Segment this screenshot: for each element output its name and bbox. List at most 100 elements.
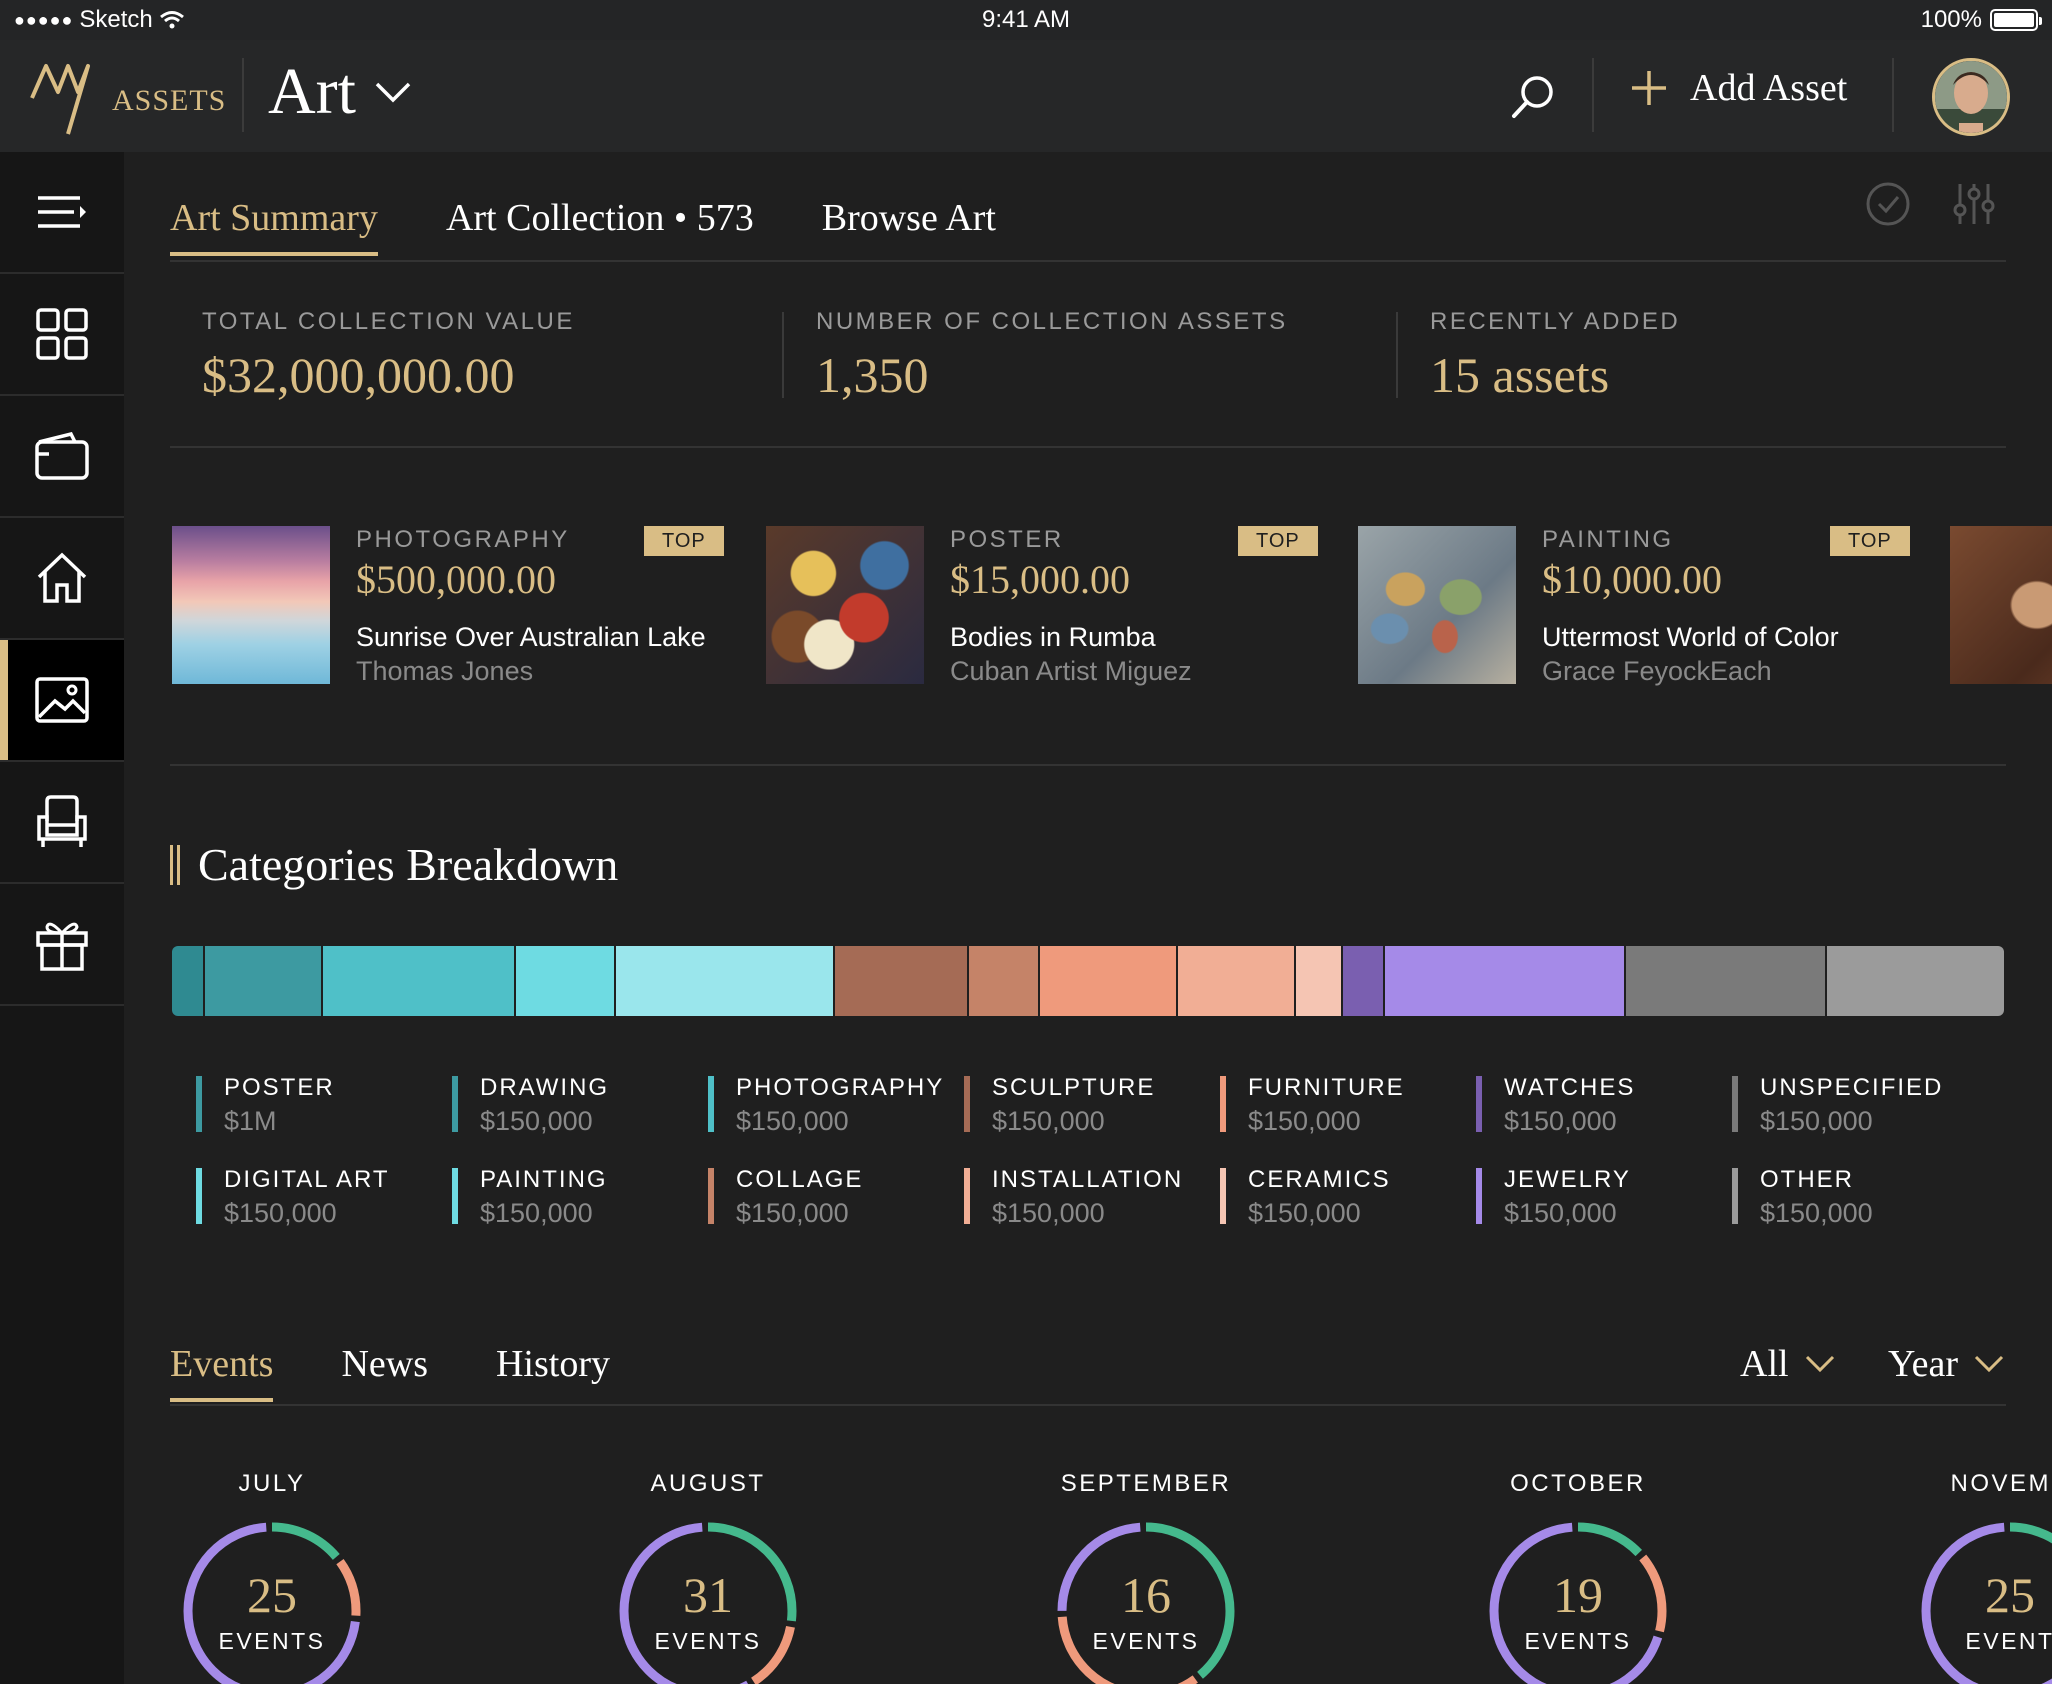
legend-item[interactable]: UNSPECIFIED $150,000 xyxy=(1732,1074,1988,1136)
sidebar-item-wallet[interactable] xyxy=(0,396,124,518)
legend-value: $150,000 xyxy=(1760,1106,1873,1136)
legend-category: WATCHES xyxy=(1504,1074,1636,1101)
month-label: AUGUST xyxy=(650,1470,766,1497)
card-category: PHOTOGRAPHY xyxy=(356,526,570,553)
app-logo[interactable]: ASSETS xyxy=(28,52,238,136)
card-price: $10,000.00 xyxy=(1542,557,1722,602)
tab-history[interactable]: History xyxy=(496,1342,610,1402)
period-filter-dropdown[interactable]: Year xyxy=(1888,1342,2004,1386)
month-events-donut[interactable]: 19 EVENTS xyxy=(1483,1516,1673,1684)
legend-item[interactable]: POSTER $1M xyxy=(196,1074,452,1136)
section-title: Art xyxy=(268,55,356,128)
legend-swatch xyxy=(964,1168,970,1224)
chevron-down-icon xyxy=(1974,1355,2004,1373)
legend-item[interactable]: DRAWING $150,000 xyxy=(452,1074,708,1136)
sidebar-item-menu[interactable] xyxy=(0,152,124,274)
legend-item[interactable]: OTHER $150,000 xyxy=(1732,1166,1988,1228)
legend-item[interactable]: FURNITURE $150,000 xyxy=(1220,1074,1476,1136)
status-bar: ●●●●● Sketch 9:41 AM 100% xyxy=(0,0,2052,40)
header-divider xyxy=(242,58,244,132)
tab-art-collection[interactable]: Art Collection • 573 xyxy=(446,196,754,256)
search-icon[interactable] xyxy=(1508,72,1558,122)
legend-item[interactable]: COLLAGE $150,000 xyxy=(708,1166,964,1228)
legend-item[interactable]: PHOTOGRAPHY $150,000 xyxy=(708,1074,964,1136)
stat-divider xyxy=(1396,312,1398,398)
battery-icon xyxy=(1990,9,2042,31)
legend-category: JEWELRY xyxy=(1504,1166,1631,1193)
event-count: 19 xyxy=(1553,1567,1603,1623)
month-events-donut[interactable]: 25 EVENTS xyxy=(177,1516,367,1684)
month-events-donut[interactable]: 25 EVENT xyxy=(1915,1516,2052,1684)
month-events-donut[interactable]: 16 EVENTS xyxy=(1051,1516,1241,1684)
month-label: SEPTEMBER xyxy=(1060,1470,1232,1497)
sidebar-item-gifts[interactable] xyxy=(0,884,124,1006)
legend-item[interactable]: JEWELRY $150,000 xyxy=(1476,1166,1732,1228)
tab-browse-art[interactable]: Browse Art xyxy=(822,196,996,256)
breakdown-heading: Categories Breakdown xyxy=(170,838,618,891)
legend-item[interactable]: WATCHES $150,000 xyxy=(1476,1074,1732,1136)
legend-item[interactable]: CERAMICS $150,000 xyxy=(1220,1166,1476,1228)
legend-swatch xyxy=(1220,1076,1226,1132)
event-count: 16 xyxy=(1121,1567,1171,1623)
sidebar-item-real-estate[interactable] xyxy=(0,518,124,640)
top-badge: TOP xyxy=(1830,526,1910,556)
legend-item[interactable]: SCULPTURE $150,000 xyxy=(964,1074,1220,1136)
chevron-down-icon xyxy=(375,82,411,103)
sidebar-item-furniture[interactable] xyxy=(0,762,124,884)
featured-card[interactable]: PHOTOGRAPHY TOP $500,000.00 Sunrise Over… xyxy=(172,526,724,686)
bar-segment xyxy=(1295,946,1343,1016)
legend-value: $150,000 xyxy=(992,1198,1105,1228)
armchair-icon xyxy=(37,795,87,847)
add-asset-button[interactable]: Add Asset xyxy=(1630,66,1847,110)
event-unit: EVENTS xyxy=(218,1628,326,1654)
card-price: $15,000.00 xyxy=(950,557,1130,602)
card-artist: Thomas Jones xyxy=(356,656,534,686)
featured-card[interactable]: PAINTING TOP $10,000.00 Uttermost World … xyxy=(1358,526,1910,686)
card-artist: Grace FeyockEach xyxy=(1542,656,1772,686)
legend-swatch xyxy=(1476,1168,1482,1224)
summary-tabs: Art Summary Art Collection • 573 Browse … xyxy=(170,196,996,256)
avatar-icon xyxy=(1935,61,2007,133)
month-events-donut[interactable]: 31 EVENTS xyxy=(613,1516,803,1684)
legend-item[interactable]: PAINTING $150,000 xyxy=(452,1166,708,1228)
sliders-icon[interactable] xyxy=(1950,180,1998,228)
tab-events[interactable]: Events xyxy=(170,1342,274,1402)
sidebar-item-dashboard[interactable] xyxy=(0,274,124,396)
logo-text: ASSETS xyxy=(112,84,227,117)
tab-art-summary[interactable]: Art Summary xyxy=(170,196,378,256)
legend-value: $150,000 xyxy=(1248,1106,1361,1136)
legend-category: POSTER xyxy=(224,1074,335,1101)
featured-card-peek[interactable] xyxy=(1950,526,2052,686)
legend-category: UNSPECIFIED xyxy=(1760,1074,1944,1101)
stat-label: RECENTLY ADDED xyxy=(1430,308,1681,335)
app-header: ASSETS Art Add Asset xyxy=(0,40,2052,152)
featured-card[interactable]: POSTER TOP $15,000.00 Bodies in Rumba Cu… xyxy=(766,526,1318,686)
heading-accent xyxy=(170,844,180,885)
check-circle-icon[interactable] xyxy=(1864,180,1912,228)
legend-swatch xyxy=(1476,1076,1482,1132)
battery-percent: 100% xyxy=(1920,6,1982,33)
legend-item[interactable]: INSTALLATION $150,000 xyxy=(964,1166,1220,1228)
sidebar-item-art[interactable] xyxy=(0,640,124,762)
legend-category: PAINTING xyxy=(480,1166,608,1193)
tabs-divider xyxy=(170,260,2006,262)
stat-value: 1,350 xyxy=(816,347,929,403)
bar-segment xyxy=(172,946,205,1016)
card-category: POSTER xyxy=(950,526,1064,553)
bar-segment xyxy=(835,946,970,1016)
bar-segment xyxy=(969,946,1041,1016)
bar-segment xyxy=(1342,946,1385,1016)
bar-segment xyxy=(616,946,836,1016)
tab-news[interactable]: News xyxy=(341,1342,428,1402)
legend-swatch xyxy=(964,1076,970,1132)
wallet-icon xyxy=(35,432,89,480)
grid-icon xyxy=(36,308,88,360)
legend-category: DIGITAL ART xyxy=(224,1166,390,1193)
legend-swatch xyxy=(196,1168,202,1224)
event-count: 25 xyxy=(1985,1567,2035,1623)
user-avatar[interactable] xyxy=(1932,58,2010,136)
section-selector[interactable]: Art xyxy=(268,54,412,130)
legend-item[interactable]: DIGITAL ART $150,000 xyxy=(196,1166,452,1228)
card-price: $500,000.00 xyxy=(356,557,556,602)
type-filter-dropdown[interactable]: All xyxy=(1740,1342,1835,1386)
